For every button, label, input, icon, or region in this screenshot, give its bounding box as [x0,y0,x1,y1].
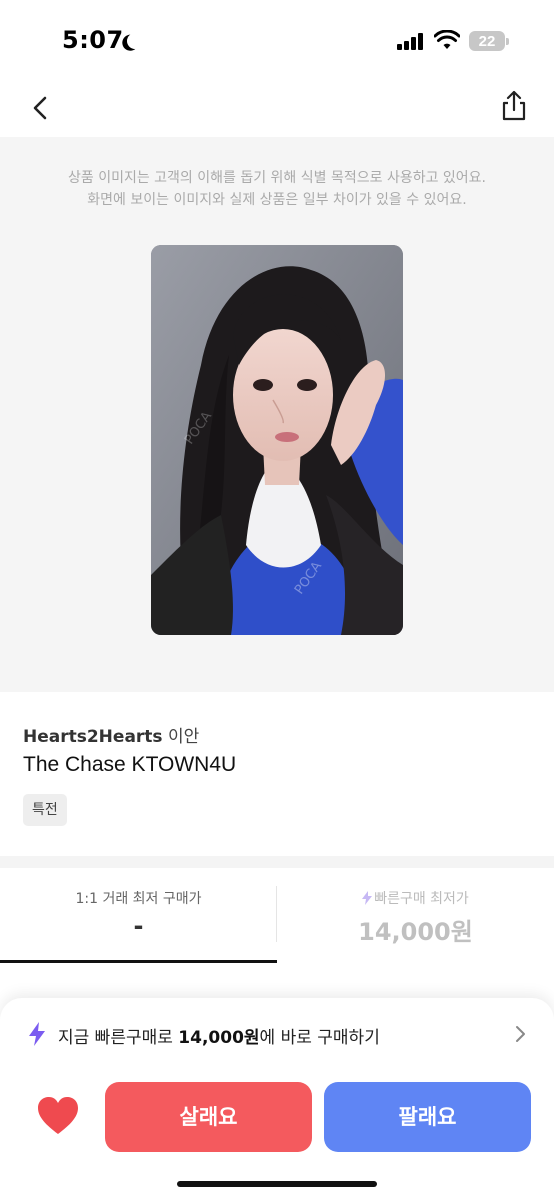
bolt-icon [362,891,373,905]
sell-button[interactable]: 팔래요 [324,1082,531,1152]
heart-icon[interactable] [36,1096,80,1136]
quick-buy-suffix: 에 바로 구매하기 [259,1028,380,1048]
tab-quick-buy-label-wrap: 빠른구매 최저가 [277,888,554,908]
tab-quick-buy[interactable]: 빠른구매 최저가 14,000원 [277,868,554,964]
product-image-section: 상품 이미지는 고객의 이해를 돕기 위해 식별 목적으로 사용하고 있어요. … [0,137,554,692]
buy-button[interactable]: 살래요 [105,1082,312,1152]
tag-badge: 특전 [23,794,67,826]
price-tabs: 1:1 거래 최저 구매가 - 빠른구매 최저가 14,000원 [0,868,554,964]
chevron-right-icon [516,1026,525,1042]
tab-quick-buy-value: 14,000원 [358,918,473,946]
notice-line-2: 화면에 보이는 이미지와 실제 상품은 일부 차이가 있을 수 있어요. [87,192,467,208]
product-photo[interactable]: POCA POCA [151,245,403,635]
notice-line-1: 상품 이미지는 고객의 이해를 돕기 위해 식별 목적으로 사용하고 있어요. [67,170,487,186]
quick-buy-price: 14,000원 [178,1028,260,1048]
battery-level: 22 [478,32,496,50]
status-bar: 5:07 22 [0,0,554,80]
artist-line[interactable]: Hearts2Hearts 이안 [23,722,199,747]
product-info: Hearts2Hearts 이안 The Chase KTOWN4U 특전 [0,692,554,856]
back-arrow-icon[interactable] [22,88,62,128]
quick-buy-text: 지금 빠른구매로 14,000원에 바로 구매하기 [58,1023,380,1048]
nav-bar [0,80,554,136]
home-indicator [177,1181,377,1187]
share-icon[interactable] [494,86,534,126]
signal-icon [397,32,425,50]
moon-icon [125,31,146,52]
quick-buy-banner[interactable]: 지금 빠른구매로 14,000원에 바로 구매하기 [0,1012,554,1056]
active-tab-indicator [0,960,277,963]
battery-icon: 22 [469,31,509,51]
photo-illustration: POCA POCA [151,245,403,635]
wifi-icon [434,30,460,49]
quick-buy-prefix: 지금 빠른구매로 [58,1028,179,1048]
tab-direct-trade-value: - [133,912,144,940]
bottom-action-sheet: 지금 빠른구매로 14,000원에 바로 구매하기 살래요 팔래요 [0,998,554,1200]
image-notice: 상품 이미지는 고객의 이해를 돕기 위해 식별 목적으로 사용하고 있어요. … [0,167,554,211]
tab-direct-trade-label: 1:1 거래 최저 구매가 [75,891,202,907]
artist-name: Hearts2Hearts [23,727,163,747]
member-name: 이안 [167,727,200,747]
status-time: 5:07 [62,26,124,54]
section-divider [0,856,554,868]
tab-quick-buy-label: 빠른구매 최저가 [374,891,469,907]
product-title: The Chase KTOWN4U [23,753,237,776]
tab-direct-trade[interactable]: 1:1 거래 최저 구매가 - [0,868,277,964]
bolt-icon [29,1022,45,1046]
